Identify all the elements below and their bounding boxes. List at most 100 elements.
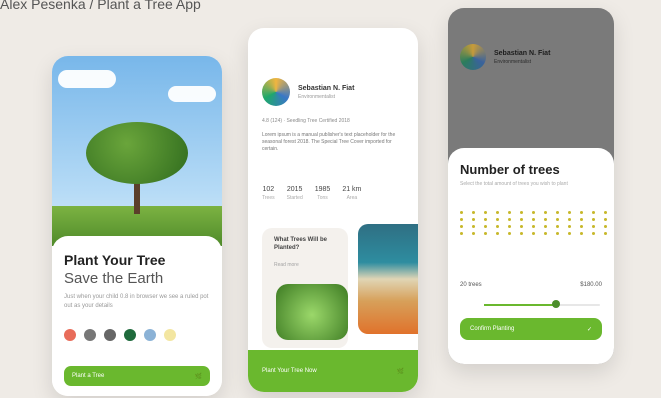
tree-dot [496,232,499,235]
tree-slider[interactable] [484,300,600,308]
profile-role: Environmentalist [298,93,335,100]
tree-dot [508,218,511,221]
trees-row: 20 trees $180.00 [460,282,602,288]
tree-dot [532,218,535,221]
tree-dot [568,232,571,235]
tree-dot [592,211,595,214]
partner-icon[interactable] [64,329,76,341]
tree-dot [472,218,475,221]
tree-dot [520,225,523,228]
tree-dot [556,225,559,228]
tree-dot [604,211,607,214]
tree-photo [276,284,348,340]
partner-icon[interactable] [84,329,96,341]
trees-price: $180.00 [580,282,602,288]
profile-header: Sebastian N. Fiat Environmentalist [262,78,354,106]
slider-knob[interactable] [551,300,560,308]
tree-dot [568,225,571,228]
tree-dot [592,232,595,235]
tree-dot [544,211,547,214]
tree-dot [508,211,511,214]
tree-dot [544,225,547,228]
tree-dot [592,225,595,228]
hero-subtitle: Save the Earth [64,270,164,287]
plant-tree-now-button[interactable]: Plant Your Tree Now 🌿 [248,350,418,392]
tree-dot [568,218,571,221]
rating-text: 4.8 (124) · Seedling Tree Certified 2018 [262,118,350,124]
question-subtitle: Read more [274,262,299,268]
tree-dot [484,232,487,235]
cloud-shape [58,70,116,88]
stat-started: 2015 Started [286,186,303,201]
tree-dot [520,218,523,221]
tree-dot [544,232,547,235]
tree-dot [520,232,523,235]
tree-dot [460,218,463,221]
tree-dot [580,218,583,221]
screen-profile: Sebastian N. Fiat Environmentalist 4.8 (… [248,28,418,392]
plant-tree-label: Plant a Tree [72,373,105,379]
tree-dot [472,232,475,235]
tree-dot [460,211,463,214]
question-title: What Trees Will be Planted? [274,237,327,251]
tree-dot [604,225,607,228]
tree-dot [592,218,595,221]
check-icon: ✓ [586,326,592,333]
tree-dot [556,232,559,235]
confirm-planting-button[interactable]: Confirm Planting ✓ [460,318,602,340]
partner-icon[interactable] [104,329,116,341]
tree-dot [544,218,547,221]
question-card[interactable]: What Trees Will be Planted? Read more [262,228,348,348]
profile-stats: 102 Trees 2015 Started 1985 Tons 21 km A… [262,186,361,201]
tree-dot [496,225,499,228]
landscape-card[interactable] [358,224,418,334]
welcome-card: Plant Your Tree Save the Earth Just when… [52,236,222,396]
tree-dot [580,232,583,235]
avatar [262,78,290,106]
tree-dot [472,225,475,228]
profile-about: Lorem ipsum is a manual publisher's text… [262,132,396,152]
hero-title: Plant Your Tree [64,252,166,268]
profile-header: Sebastian N. Fiat Environmentalist [460,44,550,70]
tree-dot [604,218,607,221]
screen-number-of-trees: Sebastian N. Fiat Environmentalist Numbe… [448,8,614,364]
tree-dot [496,218,499,221]
profile-role: Environmentalist [494,58,531,65]
tree-dot [604,232,607,235]
sheet-subtitle: Select the total amount of trees you wis… [460,181,568,187]
avatar [460,44,486,70]
tree-dot [472,211,475,214]
tree-dot [484,225,487,228]
trees-sheet: Number of trees Select the total amount … [448,148,614,364]
tree-dot [508,232,511,235]
stat-trees: 102 Trees [262,186,275,201]
tree-dot [460,232,463,235]
plant-tree-button[interactable]: Plant a Tree 🌿 [64,366,210,386]
tree-dot [556,211,559,214]
leaf-icon: 🌿 [194,373,202,380]
tree-dot [532,211,535,214]
slider-fill [484,304,556,306]
tree-dot [556,218,559,221]
tree-dot [580,211,583,214]
confirm-label: Confirm Planting [470,326,515,332]
stat-area: 21 km Area [342,186,362,201]
tree-dot [580,225,583,228]
tree-dot [532,225,535,228]
plant-tree-now-label: Plant Your Tree Now [262,368,317,374]
hero-description: Just when your child 0.8 in browser we s… [64,294,209,309]
tree-dot [484,211,487,214]
stat-tons: 1985 Tons [314,186,331,201]
partner-icon[interactable] [164,329,176,341]
tree-dot [508,225,511,228]
trees-count: 20 trees [460,282,482,288]
tree-dot [496,211,499,214]
tree-canopy [86,122,188,184]
cloud-shape [168,86,216,102]
tree-dot [532,232,535,235]
leaf-icon: 🌿 [396,368,404,375]
profile-name: Sebastian N. Fiat [494,49,551,57]
partner-icon[interactable] [124,329,136,341]
tree-dot [520,211,523,214]
partner-icon[interactable] [144,329,156,341]
